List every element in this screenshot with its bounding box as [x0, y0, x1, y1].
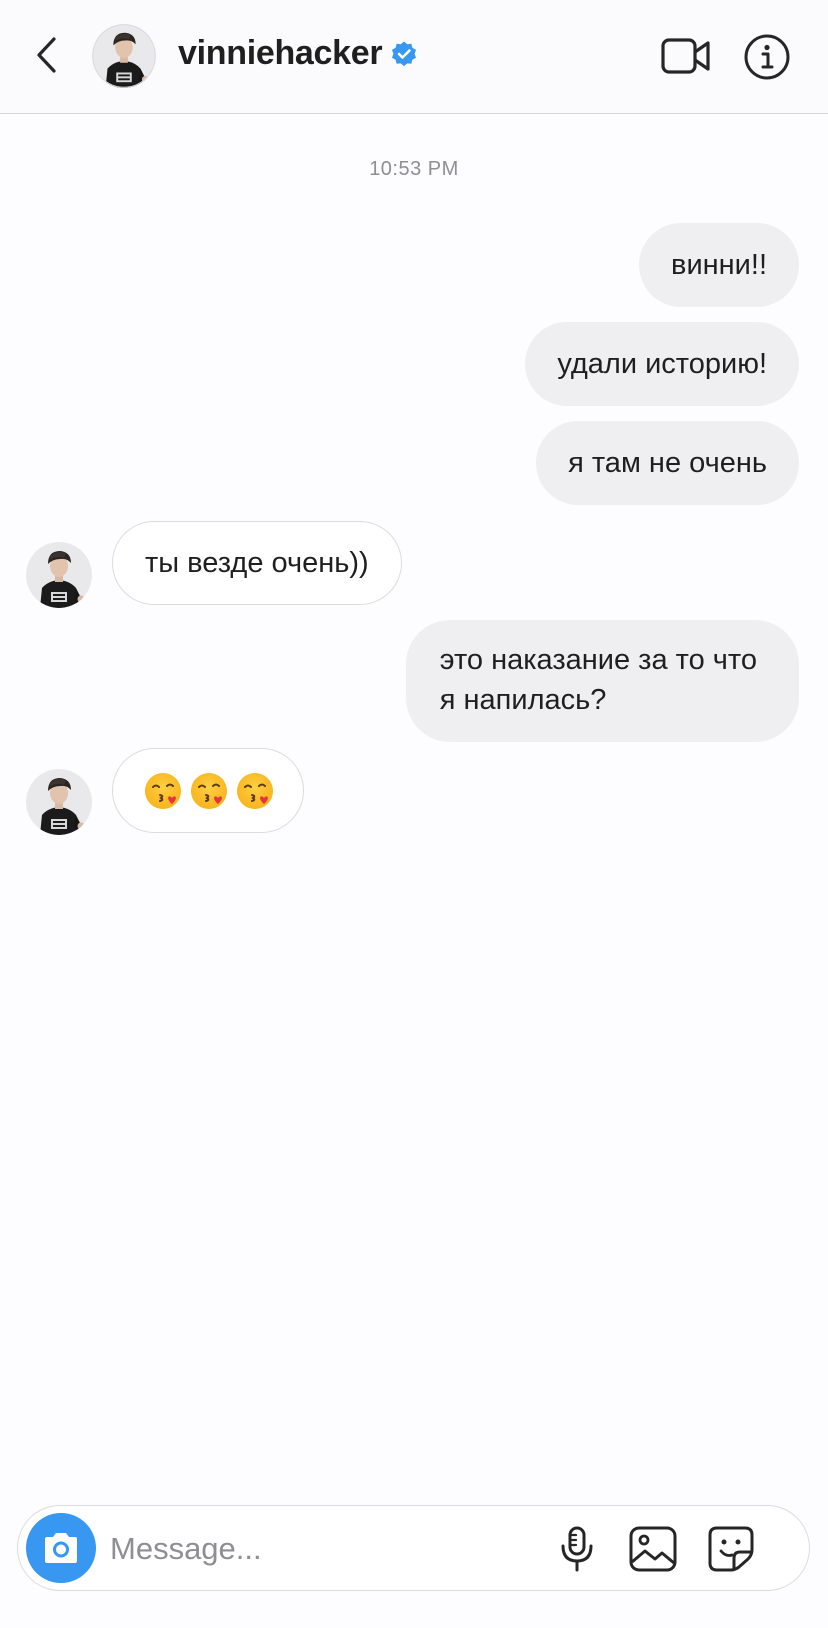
message-bubble-outgoing[interactable]: это наказание за то что я напилась? [405, 620, 799, 742]
contact-name[interactable]: vinniehacker [178, 34, 418, 73]
microphone-icon[interactable] [552, 1524, 602, 1574]
message-composer [17, 1505, 810, 1591]
sender-avatar[interactable] [26, 769, 92, 835]
message-input[interactable] [108, 1520, 552, 1578]
message-text: ты везде очень)) [145, 547, 369, 579]
message-text: удали историю! [557, 348, 767, 380]
message-bubble-incoming[interactable] [112, 748, 304, 834]
video-call-icon [661, 38, 710, 74]
message-text-line: это наказание за то что [439, 644, 757, 676]
chevron-left-icon [37, 37, 56, 73]
sticker-icon[interactable] [706, 1524, 756, 1574]
camera-button[interactable] [26, 1513, 96, 1583]
chat-header: vinniehacker [0, 0, 828, 114]
video-call-button[interactable] [660, 34, 712, 78]
chat-timestamp: 10:53 PM [369, 158, 459, 180]
message-text: я там не очень [568, 447, 767, 479]
message-bubble-outgoing[interactable]: я там не очень [536, 421, 799, 505]
gallery-icon[interactable] [628, 1524, 678, 1574]
info-icon [744, 34, 790, 80]
message-bubble-outgoing[interactable]: удали историю! [525, 322, 799, 406]
sender-avatar[interactable] [26, 542, 92, 608]
message-text-line: я напилась? [439, 684, 607, 716]
kiss-emoji-icon [190, 772, 228, 811]
camera-icon [45, 1533, 77, 1563]
message-text: винни!! [671, 249, 767, 281]
avatar-image [26, 769, 92, 835]
avatar-image [92, 24, 156, 88]
message-bubble-outgoing[interactable]: винни!! [639, 223, 799, 307]
back-button[interactable] [26, 30, 66, 80]
kiss-emoji-icon [236, 772, 274, 811]
kiss-emoji-icon [144, 772, 182, 811]
avatar[interactable] [92, 24, 156, 88]
avatar-image [26, 542, 92, 608]
username-label: vinniehacker [178, 34, 383, 72]
message-bubble-incoming[interactable]: ты везде очень)) [112, 521, 402, 605]
info-button[interactable] [743, 33, 791, 81]
verified-badge-icon [392, 41, 417, 66]
